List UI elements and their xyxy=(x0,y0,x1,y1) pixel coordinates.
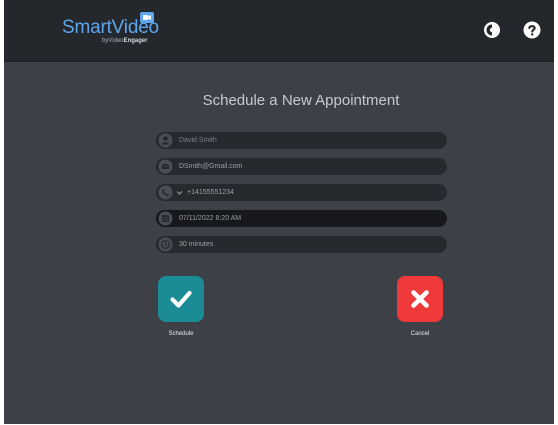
checkmark-icon xyxy=(170,290,192,308)
duration-field[interactable]: 30 minutes xyxy=(156,236,447,253)
duration-value: 30 minutes xyxy=(179,241,214,248)
phone-icon xyxy=(158,185,173,200)
schedule-label: Schedule xyxy=(168,331,194,337)
datetime-field[interactable]: 07/11/2022 8:20 AM xyxy=(156,210,447,227)
help-icon[interactable] xyxy=(523,21,541,39)
contrast-icon[interactable] xyxy=(483,21,501,39)
logo-byline: byVideoEngager xyxy=(102,38,148,44)
cancel-label: Cancel xyxy=(410,331,430,337)
page-title: Schedule a New Appointment xyxy=(202,92,400,109)
smartvideo-logo: SmartVideo byVideoEngager xyxy=(62,12,172,49)
logo-brand-light: Video xyxy=(108,38,124,44)
phone-field[interactable]: +14155551234 xyxy=(156,184,447,201)
envelope-icon xyxy=(158,159,173,174)
email-value: DSmith@Gmail.com xyxy=(179,163,243,170)
cancel-button[interactable] xyxy=(397,276,443,322)
video-camera-icon xyxy=(140,12,154,23)
country-chevron-down-icon[interactable] xyxy=(176,189,183,196)
phone-value: +14155551234 xyxy=(187,189,234,196)
clock-icon xyxy=(158,237,173,252)
datetime-value: 07/11/2022 8:20 AM xyxy=(179,215,242,222)
x-close-icon xyxy=(411,290,429,308)
calendar-icon xyxy=(158,211,173,226)
name-field[interactable]: David Smith xyxy=(156,132,447,149)
logo-brand-bold: Engager xyxy=(123,38,148,44)
app-window: SmartVideo byVideoEngager Schedule a New… xyxy=(4,0,554,424)
schedule-button[interactable] xyxy=(158,276,204,322)
user-icon xyxy=(158,133,173,148)
name-value: David Smith xyxy=(179,137,217,144)
email-field[interactable]: DSmith@Gmail.com xyxy=(156,158,447,175)
top-bar: SmartVideo byVideoEngager xyxy=(4,0,554,62)
